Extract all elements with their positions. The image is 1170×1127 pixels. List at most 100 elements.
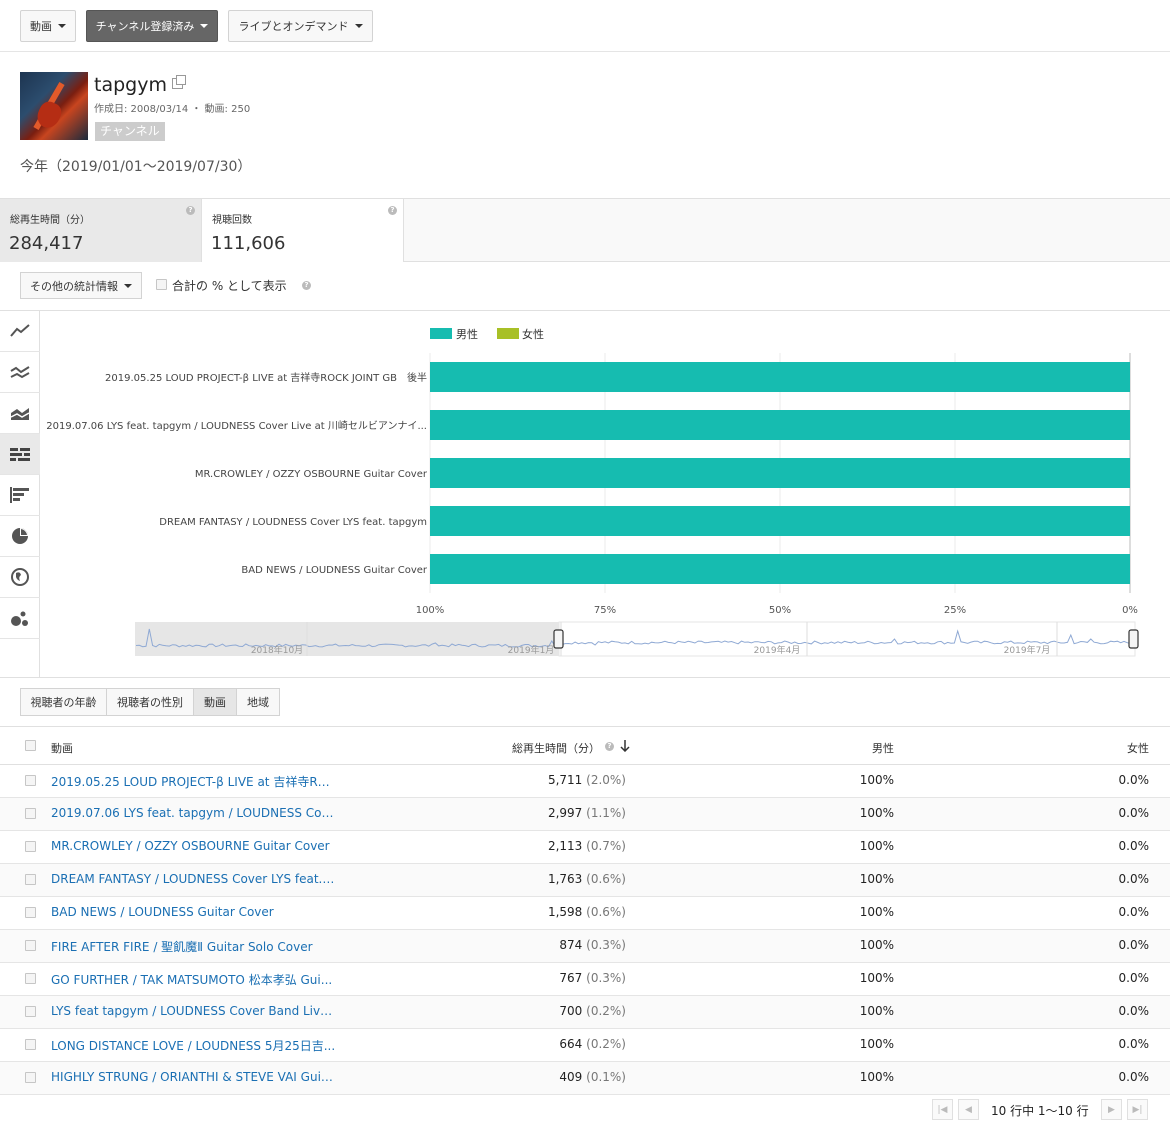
col-header-male[interactable]: 男性 — [872, 740, 894, 756]
female-percent-cell: 0.0% — [1118, 905, 1150, 919]
stacked-bar-icon[interactable] — [0, 434, 40, 475]
timeline-left-handle[interactable] — [553, 629, 564, 649]
help-icon[interactable]: ? — [302, 281, 311, 290]
female-percent-cell: 0.0% — [1118, 971, 1150, 985]
watch-time-value: 2,997 — [547, 806, 583, 820]
chevron-down-icon — [200, 24, 209, 28]
table-row: DREAM FANTASY / LOUDNESS Cover LYS feat.… — [0, 864, 1170, 897]
col-header-video[interactable]: 動画 — [51, 740, 73, 756]
live-filter-button[interactable]: ライブとオンデマンド — [228, 10, 373, 42]
row-checkbox[interactable] — [25, 808, 36, 819]
pie-chart-icon[interactable] — [0, 516, 40, 557]
chart-type-rail — [0, 311, 40, 678]
female-percent-cell: 0.0% — [1118, 872, 1150, 886]
sort-down-icon[interactable] — [620, 740, 630, 752]
channel-meta: 作成日: 2008/03/14 ・ 動画: 250 — [94, 104, 251, 115]
percent-checkbox[interactable] — [156, 279, 167, 290]
video-title-link[interactable]: LONG DISTANCE LOVE / LOUDNESS 5月25日吉... — [51, 1037, 337, 1054]
line-chart-icon[interactable] — [0, 311, 40, 352]
select-all-checkbox[interactable] — [25, 740, 36, 751]
female-percent-cell: 0.0% — [1118, 1004, 1150, 1018]
next-page-icon[interactable]: ▶ — [1101, 1099, 1122, 1120]
tab-age[interactable]: 視聴者の年齢 — [20, 688, 107, 716]
help-icon[interactable]: ? — [388, 206, 397, 215]
help-icon[interactable]: ? — [186, 206, 195, 215]
watch-time-value: 700 — [559, 1004, 583, 1018]
timeline-right-handle[interactable] — [1128, 629, 1139, 649]
row-checkbox[interactable] — [25, 775, 36, 786]
female-percent-cell: 0.0% — [1118, 938, 1150, 952]
external-link-icon[interactable] — [172, 75, 186, 89]
legend-swatch-female — [497, 328, 519, 339]
timeline-navigator[interactable]: 2018年10月 2019年1月 2019年4月 2019年7月 — [135, 621, 1139, 657]
watch-time-cell: 5,711 (2.0%) — [548, 773, 626, 787]
male-percent-cell: 100% — [859, 1004, 894, 1018]
bar-male[interactable] — [430, 554, 1130, 584]
male-percent-cell: 100% — [859, 839, 894, 853]
legend-swatch-male — [430, 328, 452, 339]
stacked-area-icon[interactable] — [0, 393, 40, 434]
multi-line-icon[interactable] — [0, 352, 40, 393]
col-header-watch-time[interactable]: 総再生時間（分） — [512, 740, 600, 756]
video-title-link[interactable]: LYS feat tapgym / LOUDNESS Cover Band Li… — [51, 1004, 337, 1018]
watch-time-percent: (0.1%) — [586, 1070, 626, 1084]
bubble-icon[interactable] — [0, 598, 40, 639]
row-checkbox[interactable] — [25, 940, 36, 951]
table-header: 動画 総再生時間（分） ? 男性 女性 — [0, 726, 1170, 765]
row-checkbox[interactable] — [25, 841, 36, 852]
metric-label: 総再生時間（分） — [10, 215, 90, 226]
legend-label-male: 男性 — [456, 327, 478, 341]
first-page-icon[interactable]: |◀ — [932, 1099, 953, 1120]
watch-time-cell: 874 (0.3%) — [559, 938, 626, 952]
video-title-link[interactable]: BAD NEWS / LOUDNESS Guitar Cover — [51, 905, 337, 919]
date-range: 今年（2019/01/01～2019/07/30） — [20, 159, 252, 175]
metric-watch-time[interactable]: 総再生時間（分） 284,417 ? — [0, 199, 202, 262]
video-title-link[interactable]: 2019.07.06 LYS feat. tapgym / LOUDNESS C… — [51, 806, 337, 820]
channel-name[interactable]: tapgym — [94, 74, 167, 96]
male-percent-cell: 100% — [859, 773, 894, 787]
video-title-link[interactable]: HIGHLY STRUNG / ORIANTHI & STEVE VAI Gui… — [51, 1070, 337, 1084]
last-page-icon[interactable]: ▶| — [1127, 1099, 1148, 1120]
pagination-info: 10 行中 1～10 行 — [991, 1104, 1089, 1118]
table-row: BAD NEWS / LOUDNESS Guitar Cover 1,598 (0… — [0, 897, 1170, 930]
row-checkbox[interactable] — [25, 907, 36, 918]
video-title-link[interactable]: 2019.05.25 LOUD PROJECT-β LIVE at 吉祥寺RO.… — [51, 773, 337, 790]
row-checkbox[interactable] — [25, 1039, 36, 1050]
timeline-label: 2019年1月 — [508, 644, 555, 656]
male-percent-cell: 100% — [859, 938, 894, 952]
video-title-link[interactable]: DREAM FANTASY / LOUDNESS Cover LYS feat.… — [51, 872, 337, 886]
chevron-down-icon — [58, 24, 66, 28]
col-header-female[interactable]: 女性 — [1127, 740, 1149, 756]
row-checkbox[interactable] — [25, 1006, 36, 1017]
category-label: 2019.07.06 LYS feat. tapgym / LOUDNESS C… — [46, 419, 427, 432]
metric-value: 284,417 — [9, 233, 84, 254]
tab-video[interactable]: 動画 — [194, 688, 237, 716]
bar-male[interactable] — [430, 410, 1130, 440]
video-title-link[interactable]: MR.CROWLEY / OZZY OSBOURNE Guitar Cover — [51, 839, 337, 853]
help-icon[interactable]: ? — [605, 742, 614, 751]
more-stats-button[interactable]: その他の統計情報 — [20, 272, 142, 299]
male-percent-cell: 100% — [859, 806, 894, 820]
bar-chart: 男性 女性 2019.05.25 LOUD PROJECT-β LIVE at … — [46, 327, 1139, 657]
globe-icon[interactable] — [0, 557, 40, 598]
metric-views[interactable]: 視聴回数 111,606 ? — [202, 199, 404, 262]
male-percent-cell: 100% — [859, 971, 894, 985]
tab-region[interactable]: 地域 — [237, 688, 280, 716]
prev-page-icon[interactable]: ◀ — [958, 1099, 979, 1120]
tab-gender[interactable]: 視聴者の性別 — [107, 688, 194, 716]
watch-time-cell: 409 (0.1%) — [559, 1070, 626, 1084]
video-title-link[interactable]: FIRE AFTER FIRE / 聖飢魔Ⅱ Guitar Solo Cover — [51, 938, 337, 955]
table-row: 2019.07.06 LYS feat. tapgym / LOUDNESS C… — [0, 798, 1170, 831]
subscribed-filter-button[interactable]: チャンネル登録済み — [86, 10, 218, 42]
bar-chart-icon[interactable] — [0, 475, 40, 516]
row-checkbox[interactable] — [25, 1072, 36, 1083]
bar-male[interactable] — [430, 506, 1130, 536]
watch-time-cell: 2,113 (0.7%) — [548, 839, 626, 853]
bar-male[interactable] — [430, 362, 1130, 392]
video-filter-button[interactable]: 動画 — [20, 10, 76, 42]
bar-male[interactable] — [430, 458, 1130, 488]
row-checkbox[interactable] — [25, 973, 36, 984]
percent-label[interactable]: 合計の % として表示 — [172, 277, 287, 294]
row-checkbox[interactable] — [25, 874, 36, 885]
video-title-link[interactable]: GO FURTHER / TAK MATSUMOTO 松本孝弘 Gui... — [51, 971, 337, 988]
